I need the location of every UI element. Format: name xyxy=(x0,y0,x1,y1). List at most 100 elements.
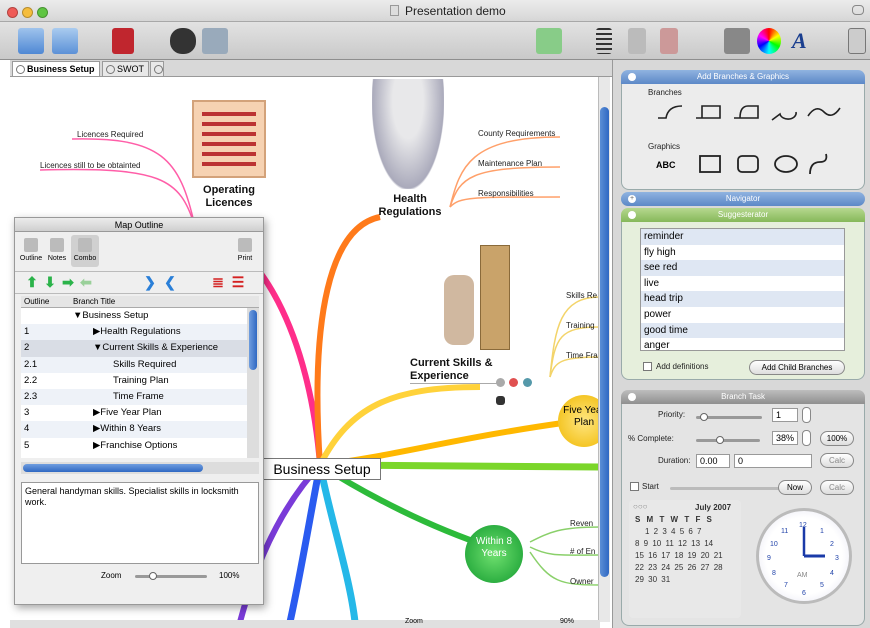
outline-row[interactable]: 3 ▶Five Year Plan xyxy=(21,405,247,421)
outline-row[interactable]: 2.1 Skills Required xyxy=(21,356,247,373)
move-right-icon[interactable]: ➡ xyxy=(61,275,75,289)
outline-view-icon[interactable] xyxy=(52,28,78,54)
canvas-vertical-scrollbar[interactable] xyxy=(598,77,610,622)
suggesterator-header[interactable]: Suggesterator xyxy=(621,208,865,222)
callout-rounded-icon[interactable] xyxy=(737,155,759,173)
duration-calc-button[interactable]: Calc xyxy=(820,453,854,468)
calendar-week[interactable]: 15 16 17 18 19 20 21 xyxy=(635,550,723,562)
calendar[interactable]: ○○○ July 2007 S M T W T F S 1 2 3 4 5 6 … xyxy=(629,500,741,618)
scroll-thumb[interactable] xyxy=(23,464,203,472)
slider-knob[interactable] xyxy=(716,436,725,444)
topic-within-8-years[interactable]: Within 8 Years xyxy=(465,525,523,583)
canvas-horizontal-scrollbar[interactable]: Zoom 90% xyxy=(10,618,600,628)
branch-label-revenue[interactable]: Reven xyxy=(570,519,593,528)
list-item[interactable]: head trip xyxy=(641,291,844,307)
branch-label-employees[interactable]: # of En xyxy=(570,547,595,556)
complete-slider[interactable] xyxy=(696,436,760,444)
calendar-week[interactable]: 29 30 31 xyxy=(635,574,723,586)
callout-oval-icon[interactable] xyxy=(774,155,798,173)
collapse-icon[interactable] xyxy=(628,211,636,219)
branch-label-training[interactable]: Training xyxy=(566,321,595,330)
branch-style-box-icon[interactable] xyxy=(696,105,721,119)
toolbar-toggle-button[interactable] xyxy=(852,5,864,15)
outdent-icon[interactable]: ❮ xyxy=(163,275,177,289)
zoom-window-button[interactable] xyxy=(37,7,48,18)
outline-row[interactable]: 1 ▶Health Regulations xyxy=(21,324,247,341)
priority-field[interactable]: 1 xyxy=(772,408,798,422)
calendar-nav-icon[interactable]: ○○○ xyxy=(633,502,648,511)
clock[interactable]: 12 1 2 3 4 5 6 7 8 9 10 11 AM xyxy=(756,508,852,604)
branch-task-header[interactable]: Branch Task xyxy=(621,390,865,404)
tab-swot[interactable]: SWOT xyxy=(102,61,149,76)
list-item[interactable]: power xyxy=(641,307,844,323)
calendar-week[interactable]: 22 23 24 25 26 27 28 xyxy=(635,562,723,574)
callout-box-icon[interactable] xyxy=(699,155,721,173)
branch-notes-editor[interactable]: General handyman skills. Specialist skil… xyxy=(21,482,259,564)
move-down-icon[interactable]: ⬇ xyxy=(43,275,57,289)
list-item[interactable]: see red xyxy=(641,260,844,276)
outline-zoom-slider[interactable] xyxy=(135,572,207,580)
add-child-branches-button[interactable]: Add Child Branches xyxy=(749,360,845,375)
text-lines-icon[interactable] xyxy=(596,28,612,54)
indent-icon[interactable]: ❯ xyxy=(143,275,157,289)
branch-label-time-frame[interactable]: Time Fra xyxy=(566,351,598,360)
outline-row[interactable]: 2 ▼Current Skills & Experience xyxy=(21,340,247,357)
resource-icon[interactable] xyxy=(660,28,678,54)
start-checkbox[interactable] xyxy=(630,482,639,491)
font-icon[interactable]: A xyxy=(792,28,818,54)
branch-label-owner[interactable]: Owner xyxy=(570,577,594,586)
add-branches-header[interactable]: Add Branches & Graphics xyxy=(621,70,865,84)
list-item[interactable]: fly high xyxy=(641,245,844,261)
spell-check-icon[interactable]: ABC xyxy=(656,160,676,170)
tab-combo[interactable]: Combo xyxy=(71,235,99,267)
calendar-week[interactable]: 1 2 3 4 5 6 7 xyxy=(635,526,723,538)
collapse-icon[interactable] xyxy=(628,73,636,81)
people-icon[interactable] xyxy=(170,28,196,54)
branch-style-wave-icon[interactable] xyxy=(807,107,841,117)
priority-stepper[interactable] xyxy=(802,407,811,423)
close-window-button[interactable] xyxy=(7,7,18,18)
complete-stepper[interactable] xyxy=(802,430,811,446)
topic-health-regulations[interactable]: Health Regulations xyxy=(365,193,455,219)
map-view-icon[interactable] xyxy=(18,28,44,54)
branch-style-rounded-icon[interactable] xyxy=(734,105,759,119)
scroll-thumb[interactable] xyxy=(249,310,257,370)
tab-business-setup[interactable]: Business Setup xyxy=(12,61,100,76)
print-button[interactable]: Print xyxy=(233,238,257,262)
expand-icon[interactable]: + xyxy=(628,195,636,203)
complete-field[interactable]: 38% xyxy=(772,431,798,445)
slider-knob[interactable] xyxy=(700,413,708,421)
collapse-icon[interactable] xyxy=(628,393,636,401)
complete-100-button[interactable]: 100% xyxy=(820,431,854,446)
start-calc-button[interactable]: Calc xyxy=(820,480,854,495)
branch-label-licences-required[interactable]: Licences Required xyxy=(77,130,143,139)
branch-label-responsibilities[interactable]: Responsibilities xyxy=(478,189,534,198)
calendar-week[interactable]: 8 9 10 11 12 13 14 xyxy=(635,538,723,550)
branch-style-curve-icon[interactable] xyxy=(658,105,683,119)
branch-label-county-requirements[interactable]: County Requirements xyxy=(478,129,555,138)
outline-row[interactable]: 2.3 Time Frame xyxy=(21,388,247,406)
priority-slider[interactable] xyxy=(696,413,762,421)
topic-operating-licences[interactable]: Operating Licences xyxy=(186,184,272,210)
tab-notes[interactable]: Notes xyxy=(45,238,69,262)
col-branch-title[interactable]: Branch Title xyxy=(73,296,115,308)
slider-knob[interactable] xyxy=(149,572,157,580)
relationship-line-icon[interactable] xyxy=(809,153,828,175)
color-wheel-icon[interactable] xyxy=(757,28,781,54)
outline-row[interactable]: ▼Business Setup xyxy=(21,308,247,324)
list-item[interactable]: anger xyxy=(641,338,844,350)
navigator-header[interactable]: + Navigator xyxy=(621,192,865,206)
move-up-icon[interactable]: ⬆ xyxy=(25,275,39,289)
list-item[interactable]: good time xyxy=(641,322,844,339)
presenter-icon[interactable] xyxy=(202,28,228,54)
outline-rows[interactable]: ▼Business Setup 1 ▶Health Regulations 2 ▼Cur… xyxy=(21,308,247,458)
duration-unit-select[interactable]: 0 xyxy=(734,454,812,468)
branch-label-skills-required[interactable]: Skills Re xyxy=(566,291,597,300)
collapse-all-icon[interactable]: ≣ xyxy=(211,275,225,289)
outline-horizontal-scrollbar[interactable] xyxy=(21,462,259,474)
task-icon[interactable] xyxy=(628,28,646,54)
branch-label-licences-to-obtain[interactable]: Licences still to be obtainted xyxy=(40,161,141,170)
media-icon[interactable] xyxy=(724,28,750,54)
add-tab-button[interactable] xyxy=(150,61,164,76)
move-left-icon[interactable]: ⬅ xyxy=(79,275,93,289)
